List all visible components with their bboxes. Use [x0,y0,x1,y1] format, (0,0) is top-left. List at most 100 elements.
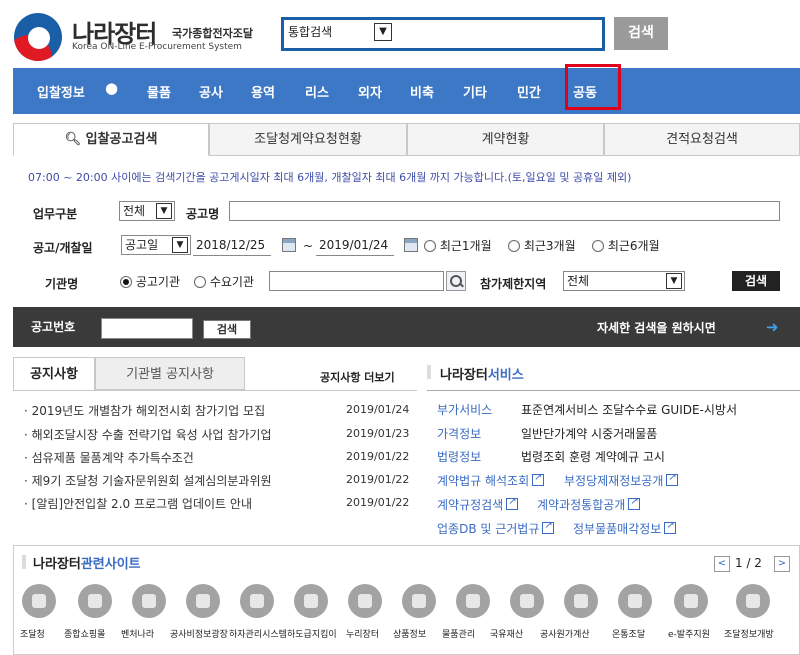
tab-quote-search[interactable]: 견적요청검색 [604,123,800,156]
title-input[interactable] [229,201,780,221]
site-ontong-icon[interactable] [618,584,652,618]
nav-item-construction[interactable]: 공사 [199,82,223,101]
site-label[interactable]: 공사원가계산 [540,627,590,640]
site-construction-cost-icon[interactable] [186,584,220,618]
site-label[interactable]: 하도급지킴이 [287,627,337,640]
page-indicator: 1 / 2 [735,556,762,570]
notice-number-input[interactable] [101,318,193,339]
service-link[interactable]: 업종DB 및 근거법규 [437,520,555,537]
site-label[interactable]: 상품정보 [393,627,426,640]
site-label[interactable]: 물품관리 [442,627,475,640]
site-venture-icon[interactable] [132,584,166,618]
tab-contract-request[interactable]: 조달청계약요청현황 [209,123,407,156]
site-goods-mgmt-icon[interactable] [456,584,490,618]
chevron-down-icon[interactable]: ▼ [374,23,392,41]
site-product-info-icon[interactable] [402,584,436,618]
search-type-select[interactable]: 통합검색 ▼ [288,23,398,43]
next-page-button[interactable]: > [774,556,790,572]
calendar-icon[interactable] [404,238,418,252]
service-link[interactable]: 부정당제재정보공개 [564,472,679,489]
site-label[interactable]: 온통조달 [612,627,645,640]
site-label[interactable]: 종합쇼핑몰 [64,627,105,640]
services-title: 나라장터서비스 [440,364,524,383]
law-links[interactable]: 법령조회 훈령 계약예규 고시 [521,448,665,465]
site-label[interactable]: 공사비정보광장 [170,627,228,640]
tab-bid-search[interactable]: 🔍︎ 입찰공고검색 [13,123,209,156]
site-cost-calc-icon[interactable] [564,584,598,618]
service-link[interactable]: 계약과정통합공개 [537,496,641,513]
tab-contract-status[interactable]: 계약현황 [407,123,604,156]
site-label[interactable]: 국유재산 [490,627,523,640]
site-rfp-icon[interactable] [674,584,708,618]
site-label[interactable]: 조달청 [20,627,45,640]
site-label[interactable]: 조달정보개방 [724,627,774,640]
list-item[interactable]: · [알림]안전입찰 2.0 프로그램 업데이트 안내 [24,495,252,512]
site-shopping-mall-icon[interactable] [78,584,112,618]
nav-item-goods[interactable]: 물품 [147,82,171,101]
list-item[interactable]: · 섬유제품 물품계약 추가특수조건 [24,449,194,466]
notice-more-link[interactable]: 공지사항 더보기 [320,369,395,385]
detail-search-link[interactable]: 자세한 검색을 원하시면 [597,319,716,336]
period-6m-option[interactable]: 최근6개월 [592,237,660,254]
search-button[interactable]: 검색 [614,17,668,50]
site-open-data-icon[interactable] [736,584,770,618]
arrow-right-icon[interactable]: ➜ [766,318,779,336]
site-subcontract-icon[interactable] [294,584,328,618]
bullet-icon [427,365,431,379]
service-link[interactable]: 계약법규 해석조회 [437,472,545,489]
agency-notice-option[interactable]: 공고기관 [120,273,180,290]
service-link[interactable]: 계약규정검색 [437,496,519,513]
site-defect-mgmt-icon[interactable] [240,584,274,618]
search-icon[interactable] [446,271,466,291]
site-national-property-icon[interactable] [510,584,544,618]
agency-demand-option[interactable]: 수요기관 [194,273,254,290]
agency-input[interactable] [269,271,444,291]
services-title-main: 나라장터 [440,368,488,383]
nav-item-stockpile[interactable]: 비축 [410,82,434,101]
notice-date: 2019/01/23 [346,427,410,440]
service-link[interactable]: 정부물품매각정보 [573,520,677,537]
period-1m-option[interactable]: 최근1개월 [424,237,492,254]
site-pps-icon[interactable] [22,584,56,618]
service-link-label: 계약규정검색 [437,498,504,512]
biz-select[interactable]: 전체 ▼ [119,201,175,221]
nav-item-lease[interactable]: 리스 [305,82,329,101]
service-key: 가격정보 [437,427,482,441]
nav-item-other[interactable]: 기타 [463,82,487,101]
search-submit-button[interactable]: 검색 [732,271,780,291]
related-title-main: 나라장터 [33,557,81,572]
site-label[interactable]: e-발주지원 [668,627,710,640]
notice-title: 해외조달시장 수출 전략기업 육성 사업 참가기업 [31,428,272,442]
date-from-input[interactable]: 2018/12/25 [193,236,271,256]
logo-icon[interactable] [14,13,62,61]
site-label[interactable]: 누리장터 [346,627,379,640]
site-label[interactable]: 벤처나라 [121,627,154,640]
list-item[interactable]: · 해외조달시장 수출 전략기업 육성 사업 참가기업 [24,426,272,443]
region-select[interactable]: 전체 ▼ [563,271,685,291]
site-nuri-icon[interactable] [348,584,382,618]
nav-highlight-box [565,64,621,110]
main-nav: 입찰정보 ● 물품 공사 용역 리스 외자 비축 기타 민간 공동 [13,68,800,114]
service-value-links[interactable]: 일반단가계약 시중거래물품 [521,425,657,442]
tab-notice[interactable]: 공지사항 [13,357,95,390]
nav-item-service[interactable]: 용역 [251,82,275,101]
period-3m-option[interactable]: 최근3개월 [508,237,576,254]
nav-item-private[interactable]: 민간 [517,82,541,101]
service-link-label: 부정당제재정보공개 [564,474,664,488]
date-to-input[interactable]: 2019/01/24 [316,236,394,256]
nav-item-bid-info[interactable]: 입찰정보 [37,82,85,101]
radio-icon [120,276,132,288]
search-notice: 07:00 ~ 20:00 사이에는 검색기간을 공고게시일자 최대 6개월, … [28,171,632,184]
list-item[interactable]: · 2019년도 개별참가 해외전시회 참가기업 모집 [24,402,265,419]
notice-date: 2019/01/22 [346,473,410,486]
calendar-icon[interactable] [282,238,296,252]
date-type-select[interactable]: 공고일 ▼ [121,235,191,255]
prev-page-button[interactable]: < [714,556,730,572]
tab-agency-notice[interactable]: 기관별 공지사항 [95,357,245,390]
list-item[interactable]: · 제9기 조달청 기술자문위원회 설계심의분과위원 [24,472,272,489]
notice-number-search-button[interactable]: 검색 [203,320,251,339]
service-value-links[interactable]: 표준연계서비스 조달수수료 GUIDE-시방서 [521,401,737,418]
nav-item-foreign[interactable]: 외자 [358,82,382,101]
search-input[interactable]: 통합검색 ▼ [281,17,605,51]
site-label[interactable]: 하자관리시스템 [229,627,287,640]
